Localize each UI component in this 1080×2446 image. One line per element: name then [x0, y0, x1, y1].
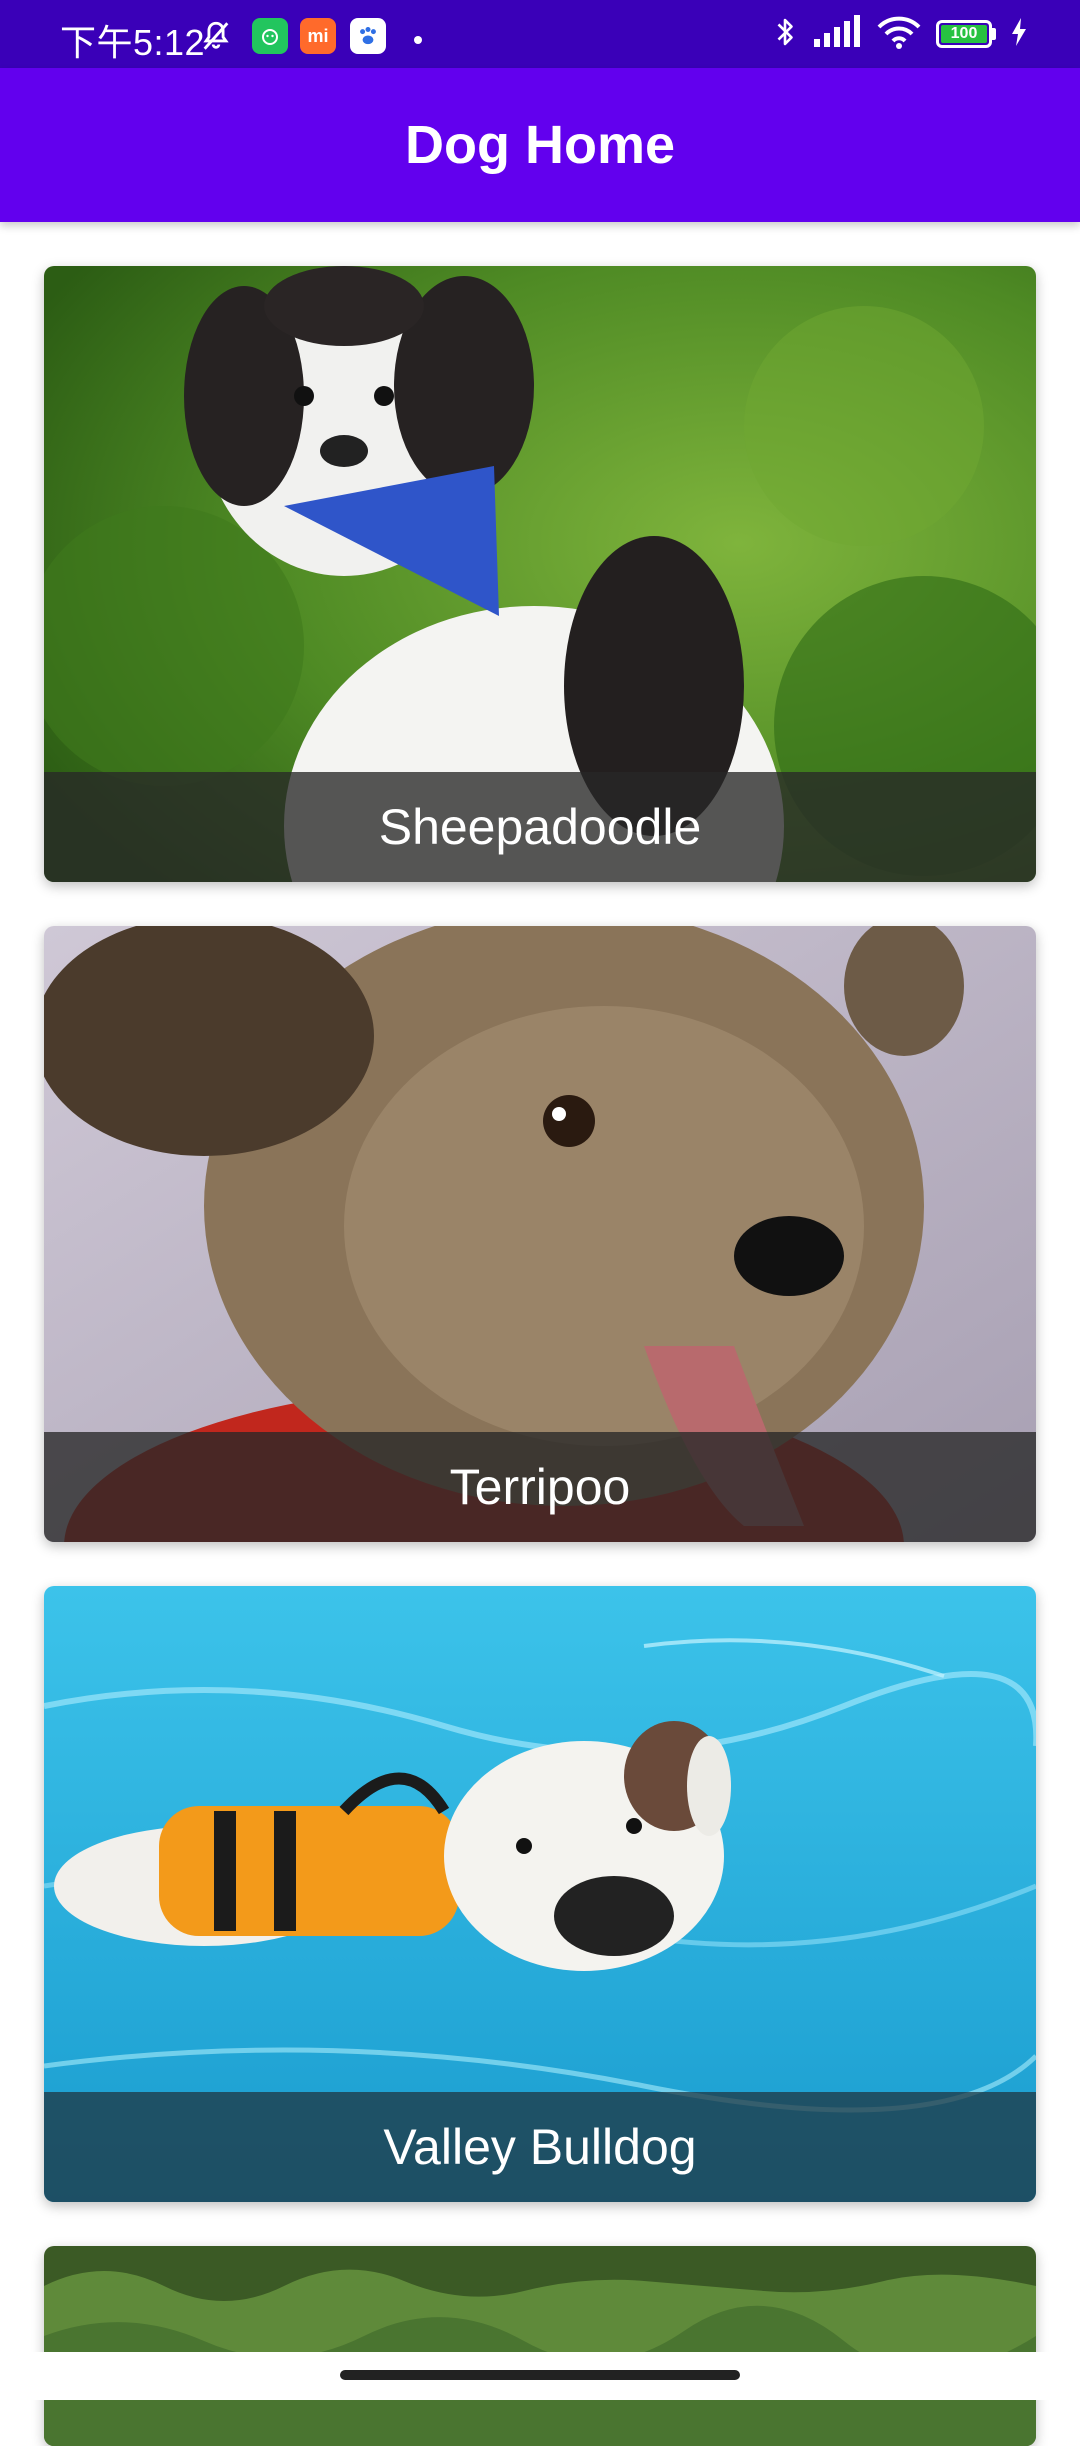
card-label-bar: Sheepadoodle [44, 772, 1036, 882]
mute-bell-icon [198, 18, 234, 54]
dog-card-terripoo[interactable]: Terripoo [44, 926, 1036, 1542]
app-bar: Dog Home [0, 68, 1080, 222]
charging-icon [1010, 17, 1028, 52]
battery-icon: 100 [936, 20, 996, 48]
card-label-bar: Terripoo [44, 1432, 1036, 1542]
dog-card-sheepadoodle[interactable]: Sheepadoodle [44, 266, 1036, 882]
wifi-icon [876, 15, 922, 54]
status-right-group: 100 [772, 14, 1028, 54]
status-bar: 下午5:12 mi 100 [0, 0, 1080, 68]
dog-name: Terripoo [449, 1459, 631, 1515]
signal-icon [812, 14, 862, 54]
battery-level: 100 [941, 25, 987, 43]
dog-name: Sheepadoodle [378, 799, 702, 855]
dog-card-valley-bulldog[interactable]: Valley Bulldog [44, 1586, 1036, 2202]
app-icon-green [252, 18, 288, 54]
app-title: Dog Home [405, 115, 675, 175]
dog-name: Valley Bulldog [383, 2119, 697, 2175]
card-label-bar: Valley Bulldog [44, 2092, 1036, 2202]
home-indicator[interactable] [340, 2370, 740, 2380]
notification-dot [414, 36, 422, 44]
dog-photo-partial [44, 2246, 1036, 2446]
bluetooth-icon [772, 14, 798, 55]
mi-icon: mi [300, 18, 336, 54]
paw-icon [350, 18, 386, 54]
status-time: 下午5:12 [60, 22, 206, 63]
dog-card-partial[interactable] [44, 2246, 1036, 2446]
